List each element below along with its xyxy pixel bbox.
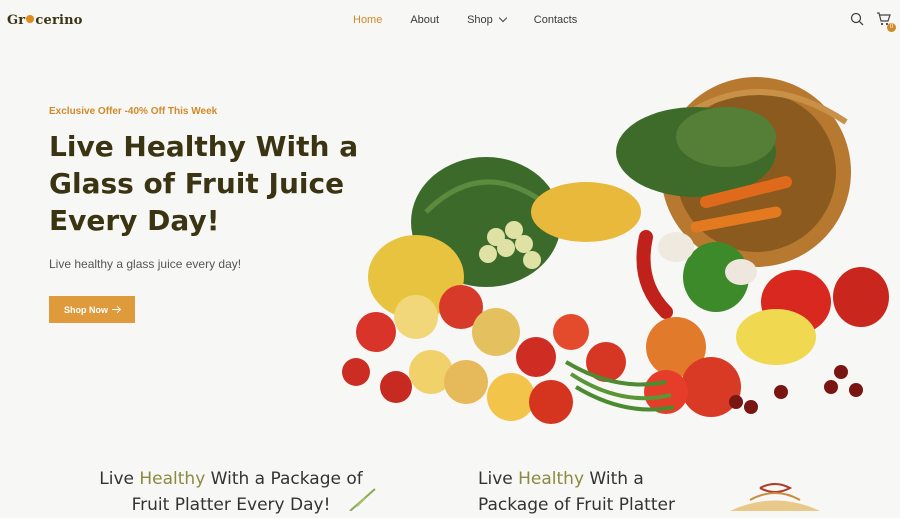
arrow-right-icon: [112, 308, 120, 311]
brand-text-end: cerino: [35, 13, 83, 28]
cart-icon[interactable]: 0: [876, 12, 896, 32]
hero-eyebrow: Exclusive Offer -40% Off This Week: [49, 106, 218, 117]
shop-now-button[interactable]: Shop Now: [49, 296, 135, 323]
promo-2-text: Live: [478, 469, 519, 489]
nav-shop[interactable]: Shop: [467, 13, 508, 26]
brand-logo[interactable]: Gr cerino: [7, 13, 83, 28]
orange-icon: [26, 15, 35, 23]
shop-now-label: Shop Now: [64, 304, 108, 315]
brand-text-start: Gr: [7, 13, 26, 28]
header-actions: 0: [850, 12, 896, 32]
top-nav: Gr cerino Home About Shop Contacts 0: [0, 0, 900, 42]
promo-1-text: Live: [99, 469, 140, 489]
hero-headline: Live Healthy With a Glass of Fruit Juice…: [49, 130, 359, 237]
promo-heading-2: Live Healthy With a Package of Fruit Pla…: [478, 466, 708, 518]
cart-count-badge: 0: [887, 23, 896, 32]
nav-contacts[interactable]: Contacts: [534, 14, 577, 26]
nav-about[interactable]: About: [410, 14, 439, 26]
promo-2-highlight: Healthy: [518, 469, 585, 489]
main-menu: Home About Shop Contacts: [353, 13, 605, 26]
chevron-down-icon: [498, 13, 508, 23]
nav-shop-label: Shop: [467, 14, 493, 26]
fruit-basket-image: [342, 77, 889, 424]
herb-sprig-image: [349, 488, 376, 511]
nav-home[interactable]: Home: [353, 14, 382, 26]
search-icon[interactable]: [850, 12, 866, 28]
hero-subline: Live healthy a glass juice every day!: [49, 257, 242, 271]
gift-basket-image: [730, 483, 820, 511]
promo-heading-1: Live Healthy With a Package of Fruit Pla…: [96, 466, 366, 518]
promo-1-highlight: Healthy: [139, 469, 206, 489]
